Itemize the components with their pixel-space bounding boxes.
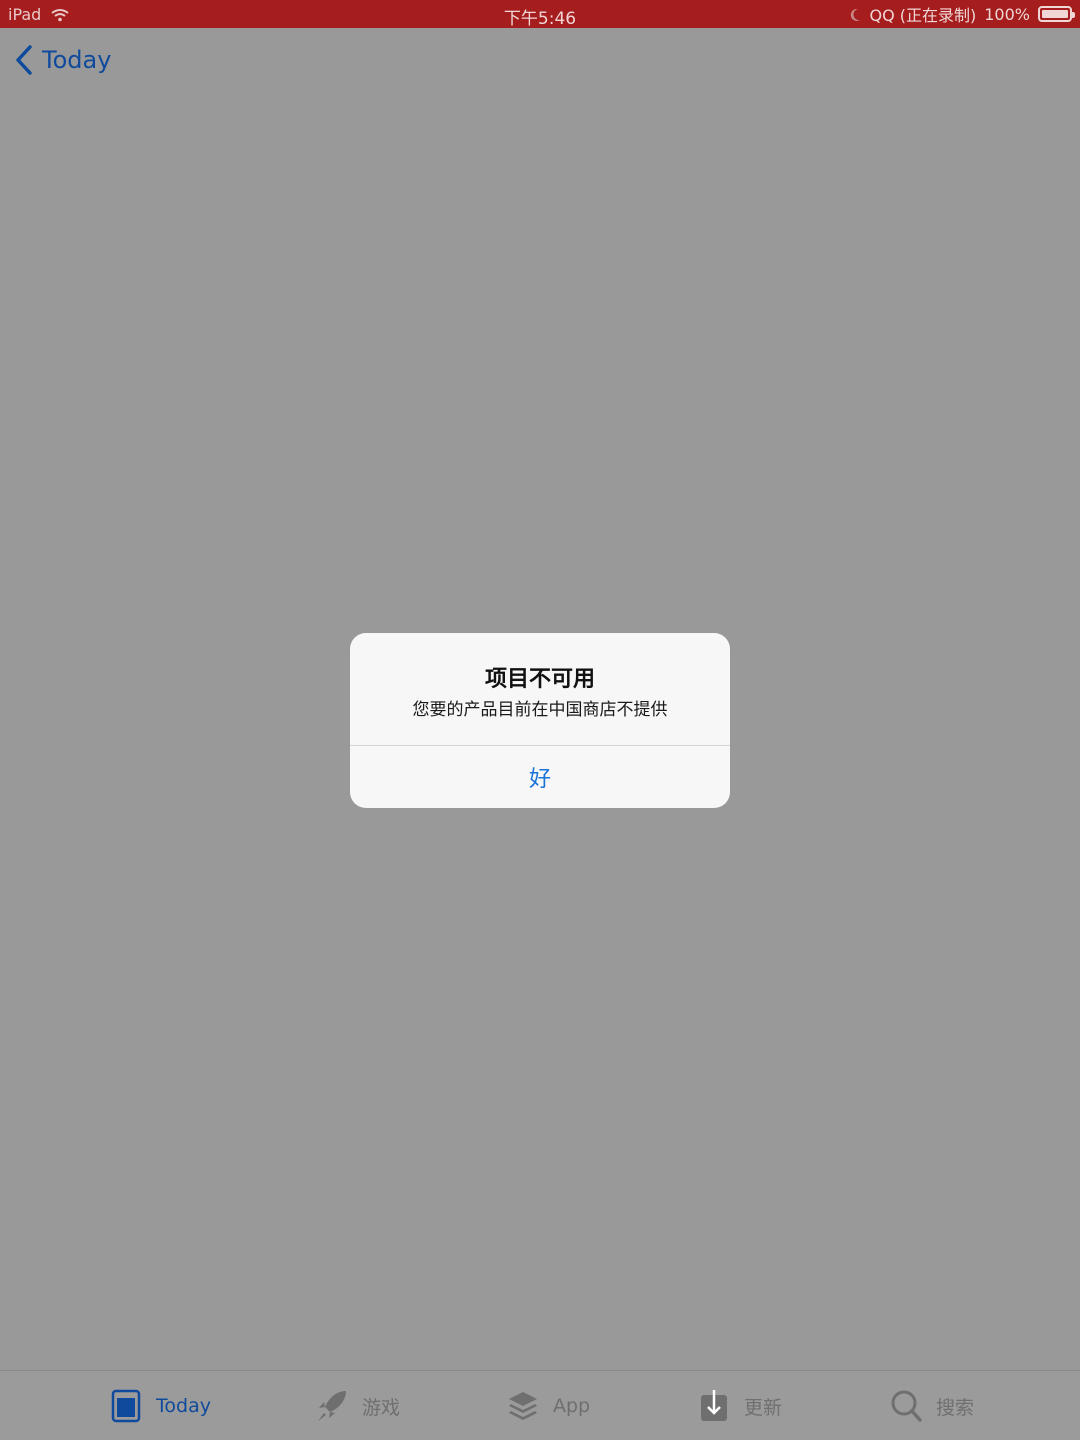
download-icon: [698, 1389, 730, 1423]
tab-today-label: Today: [156, 1395, 211, 1417]
back-button[interactable]: Today: [14, 42, 111, 78]
tab-search[interactable]: 搜索: [890, 1371, 974, 1440]
tab-apps[interactable]: App: [507, 1371, 590, 1440]
back-button-label: Today: [42, 46, 112, 74]
alert-title: 项目不可用: [484, 667, 595, 692]
recording-status: QQ (正在录制): [869, 6, 977, 25]
tab-games[interactable]: 游戏: [316, 1371, 400, 1440]
search-icon: [890, 1389, 922, 1423]
tab-updates-label: 更新: [744, 1396, 783, 1419]
tab-today[interactable]: Today: [110, 1371, 211, 1440]
tab-search-label: 搜索: [936, 1396, 975, 1419]
status-bar: iPad 下午5:46 QQ (正在录制) 100%: [0, 0, 1080, 29]
tab-updates[interactable]: 更新: [698, 1371, 782, 1440]
rocket-icon: [316, 1389, 348, 1423]
tab-apps-label: App: [553, 1395, 591, 1417]
app-stack-icon: [507, 1389, 539, 1423]
battery-percent: 100%: [984, 4, 1030, 24]
moon-icon: [849, 7, 861, 21]
status-right: QQ (正在录制) 100%: [849, 4, 1075, 25]
alert-message: 您要的产品目前在中国商店不提供: [412, 700, 668, 720]
today-icon: [110, 1389, 142, 1423]
battery-icon: [1038, 6, 1075, 22]
tab-games-label: 游戏: [362, 1396, 401, 1419]
ok-button[interactable]: 好: [350, 746, 730, 808]
chevron-left-icon: [14, 44, 34, 76]
tab-bar: Today 游戏 App 更新 搜索: [0, 1370, 1080, 1440]
alert-dialog: 项目不可用 您要的产品目前在中国商店不提供 好: [350, 633, 730, 808]
